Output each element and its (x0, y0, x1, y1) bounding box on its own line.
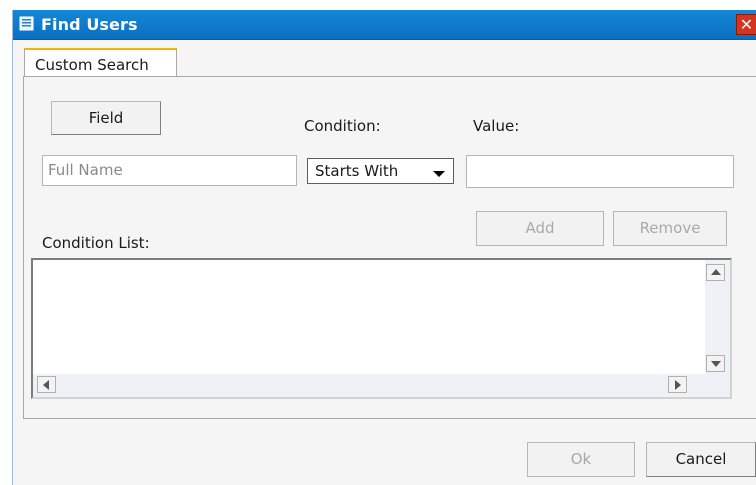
close-icon: ✕ (739, 15, 754, 34)
value-label: Value: (473, 117, 520, 135)
scroll-left-button[interactable] (37, 376, 56, 393)
close-button[interactable]: ✕ (736, 14, 756, 35)
ok-button-label: Ok (570, 450, 592, 468)
remove-button-label: Remove (639, 219, 701, 237)
scroll-down-button[interactable] (706, 355, 725, 372)
add-button-label: Add (525, 219, 555, 237)
scroll-up-button[interactable] (706, 264, 725, 281)
condition-label: Condition: (304, 117, 381, 135)
cancel-button[interactable]: Cancel (646, 442, 756, 477)
value-input[interactable] (466, 155, 734, 188)
condition-list-label: Condition List: (42, 234, 150, 252)
field-button-label: Field (88, 109, 124, 127)
tab-label: Custom Search (35, 56, 149, 74)
arrow-down-icon (711, 361, 721, 367)
address-book-icon (19, 16, 34, 31)
tab-custom-search[interactable]: Custom Search (24, 48, 177, 77)
find-users-dialog: Find Users ✕ Custom Search Field Conditi… (12, 10, 756, 485)
field-button[interactable]: Field (51, 101, 161, 135)
title-bar[interactable]: Find Users ✕ (13, 10, 756, 40)
horizontal-scrollbar[interactable] (33, 374, 705, 397)
arrow-up-icon (711, 269, 721, 275)
remove-button[interactable]: Remove (613, 211, 727, 246)
arrow-right-icon (675, 380, 681, 390)
arrow-left-icon (43, 380, 49, 390)
field-input-placeholder: Full Name (48, 161, 123, 179)
window-title: Find Users (41, 15, 138, 34)
cancel-button-label: Cancel (675, 450, 727, 468)
scrollbar-corner (705, 374, 730, 397)
chevron-down-icon (433, 171, 445, 177)
field-input[interactable]: Full Name (42, 155, 297, 186)
ok-button[interactable]: Ok (527, 442, 635, 477)
condition-select-value: Starts With (315, 162, 399, 180)
add-button[interactable]: Add (476, 211, 604, 246)
condition-listbox[interactable] (31, 258, 732, 399)
scroll-right-button[interactable] (668, 376, 687, 393)
condition-select[interactable]: Starts With (307, 158, 454, 184)
